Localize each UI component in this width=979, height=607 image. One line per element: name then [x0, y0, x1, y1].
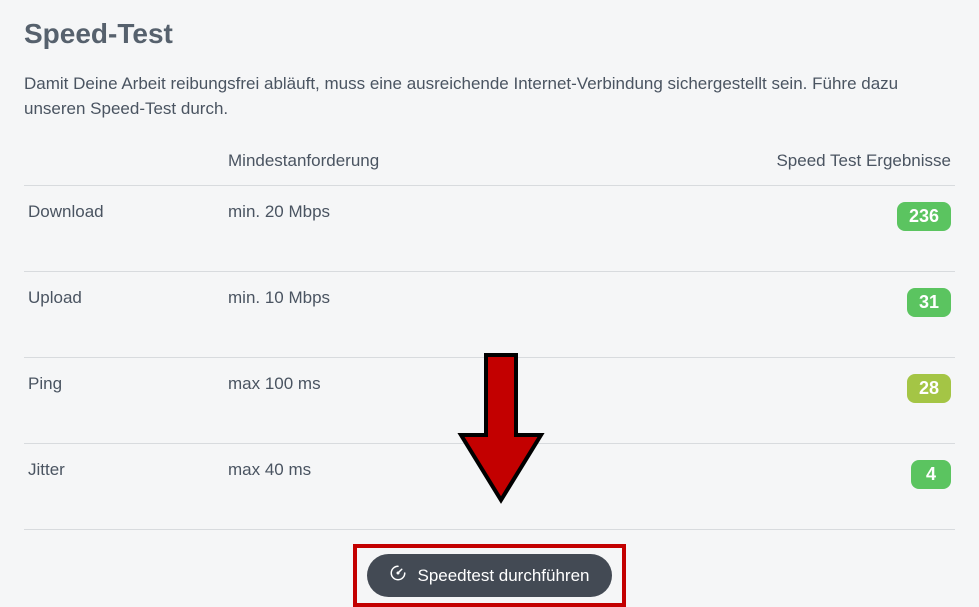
result-badge: 236	[897, 202, 951, 231]
result-badge: 31	[907, 288, 951, 317]
run-speedtest-button[interactable]: Speedtest durchführen	[367, 554, 611, 597]
gauge-icon	[389, 564, 407, 587]
table-row: Upload min. 10 Mbps 31	[24, 272, 955, 358]
speedtest-table: Mindestanforderung Speed Test Ergebnisse…	[24, 141, 955, 530]
metric-label: Upload	[24, 272, 224, 358]
metric-label: Ping	[24, 358, 224, 444]
header-result: Speed Test Ergebnisse	[755, 141, 955, 186]
result-badge: 4	[911, 460, 951, 489]
run-button-label: Speedtest durchführen	[417, 566, 589, 586]
requirement-value: min. 20 Mbps	[224, 186, 755, 272]
metric-label: Jitter	[24, 444, 224, 530]
page-title: Speed-Test	[24, 18, 955, 50]
table-row: Download min. 20 Mbps 236	[24, 186, 955, 272]
requirement-value: min. 10 Mbps	[224, 272, 755, 358]
metric-label: Download	[24, 186, 224, 272]
result-badge: 28	[907, 374, 951, 403]
requirement-value: max 100 ms	[224, 358, 755, 444]
requirement-value: max 40 ms	[224, 444, 755, 530]
header-metric	[24, 141, 224, 186]
intro-text: Damit Deine Arbeit reibungsfrei abläuft,…	[24, 72, 924, 121]
table-row: Ping max 100 ms 28	[24, 358, 955, 444]
highlight-box: Speedtest durchführen	[353, 544, 625, 607]
header-requirement: Mindestanforderung	[224, 141, 755, 186]
table-row: Jitter max 40 ms 4	[24, 444, 955, 530]
